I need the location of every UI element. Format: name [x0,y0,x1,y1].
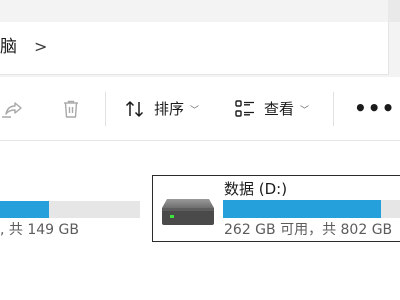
breadcrumb-chevron-icon[interactable]: > [34,36,47,58]
toolbar-divider [105,92,106,126]
chevron-down-icon: ﹀ [190,105,200,116]
share-icon[interactable] [2,97,26,121]
drive-tile-c[interactable]: , 共 149 GB [0,141,150,251]
more-options-button[interactable]: ••• [354,98,395,118]
sort-button[interactable]: 排序 ﹀ [124,92,199,126]
address-bar: 脑 > [0,22,400,77]
drive-name: 数据 (D:) [224,180,288,198]
drive-usage-bar [223,200,400,218]
chevron-down-icon: ﹀ [300,105,310,116]
hard-drive-icon [162,199,214,225]
command-bar: 排序 ﹀ 查看 ﹀ ••• [0,78,400,141]
sort-label: 排序 [154,100,185,118]
drive-tile-d[interactable]: 数据 (D:) 262 GB 可用，共 802 GB [152,175,400,242]
drive-capacity-text: 262 GB 可用，共 802 GB [224,222,393,238]
drive-capacity-text: , 共 149 GB [0,222,79,238]
trash-icon[interactable] [59,97,83,121]
breadcrumb[interactable]: 脑 > [0,22,389,75]
breadcrumb-item-this-pc[interactable]: 脑 [0,35,17,59]
drive-usage-fill [0,201,49,218]
sort-icon [125,101,144,117]
drives-area: , 共 149 GB 数据 (D:) 262 GB 可用，共 802 GB [0,141,400,300]
view-label: 查看 [264,100,295,118]
drive-usage-fill [223,200,382,218]
file-explorer-window: 脑 > 排序 ﹀ 查看 ﹀ ••• , 共 149 GB 数据 (D:) 262… [0,0,400,300]
toolbar-divider [333,92,334,126]
view-button[interactable]: 查看 ﹀ [234,92,309,126]
view-list-icon [235,100,254,117]
drive-usage-bar [0,201,140,218]
window-edge [388,0,400,22]
tab-strip [0,0,400,22]
